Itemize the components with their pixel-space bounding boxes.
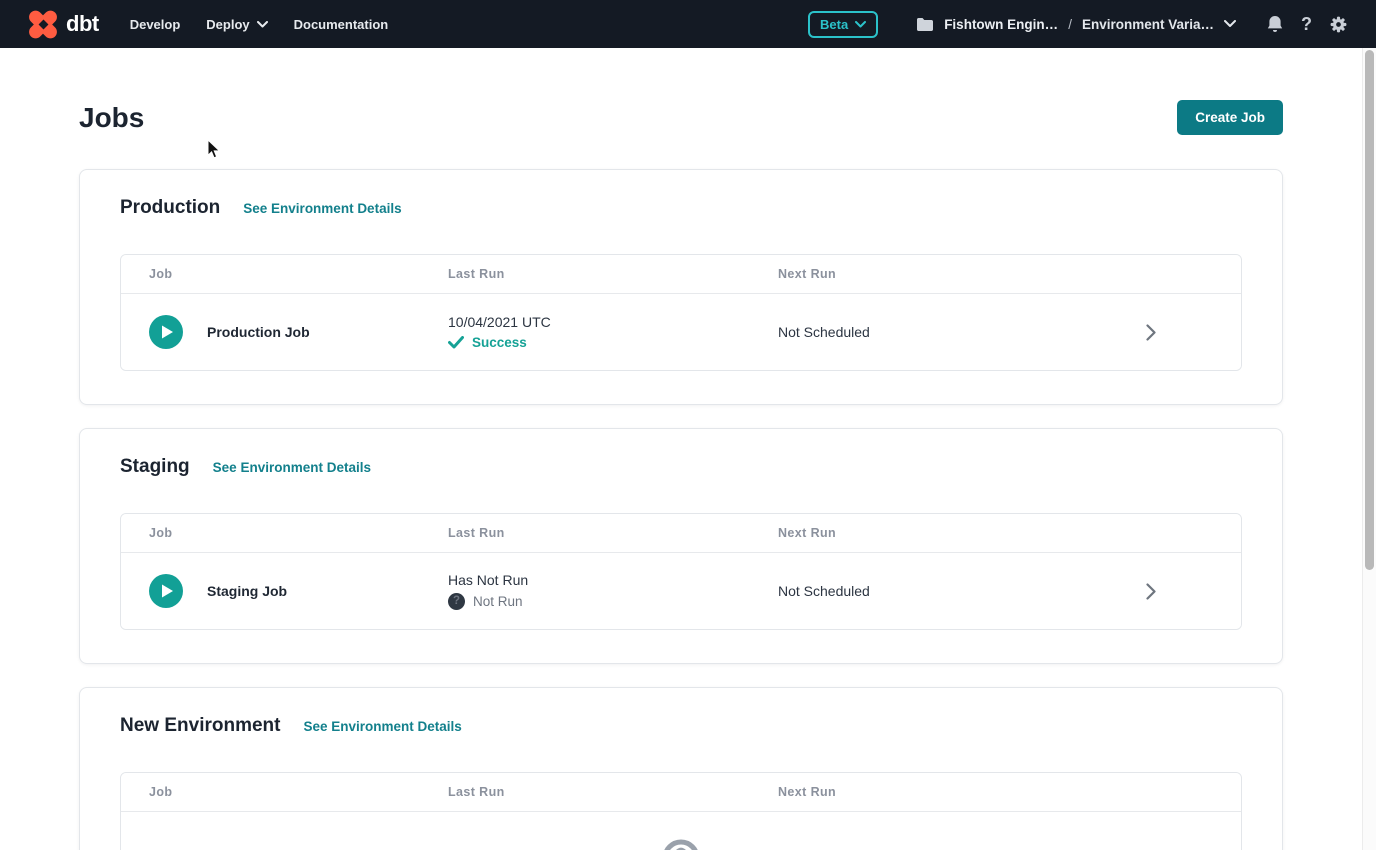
top-nav: dbt Develop Deploy Documentation Beta Fi… xyxy=(0,0,1376,48)
jobs-table: Job Last Run Next Run xyxy=(120,772,1242,850)
chevron-right-icon[interactable] xyxy=(1146,324,1156,341)
run-job-button[interactable] xyxy=(149,574,183,608)
jobs-page: Jobs Create Job Production See Environme… xyxy=(0,48,1362,850)
job-row[interactable]: Production Job 10/04/2021 UTC Success No… xyxy=(121,294,1241,370)
jobs-table: Job Last Run Next Run Staging Job Has No… xyxy=(120,513,1242,630)
next-run-value: Not Scheduled xyxy=(778,583,1111,599)
environment-card-new-environment: New Environment See Environment Details … xyxy=(79,687,1283,850)
help-icon[interactable]: ? xyxy=(1301,15,1312,33)
column-header-job: Job xyxy=(121,526,448,540)
last-run-date: 10/04/2021 UTC xyxy=(448,314,778,330)
nav-item-documentation[interactable]: Documentation xyxy=(294,17,389,32)
environment-card-production: Production See Environment Details Job L… xyxy=(79,169,1283,405)
see-environment-details-link[interactable]: See Environment Details xyxy=(213,460,371,475)
chevron-down-icon xyxy=(855,21,866,28)
chevron-down-icon xyxy=(257,21,268,28)
jobs-table-header: Job Last Run Next Run xyxy=(121,773,1241,812)
jobs-table-header: Job Last Run Next Run xyxy=(121,514,1241,553)
beta-dropdown[interactable]: Beta xyxy=(808,11,878,38)
column-header-next-run: Next Run xyxy=(778,785,1111,799)
run-job-button[interactable] xyxy=(149,315,183,349)
last-run-date: Has Not Run xyxy=(448,572,778,588)
notifications-bell-icon[interactable] xyxy=(1266,15,1284,34)
dbt-logo-text: dbt xyxy=(66,11,99,37)
scrollbar-thumb[interactable] xyxy=(1365,50,1374,570)
jobs-table: Job Last Run Next Run Production Job 10/… xyxy=(120,254,1242,371)
breadcrumb-separator: / xyxy=(1068,17,1072,32)
environment-card-staging: Staging See Environment Details Job Last… xyxy=(79,428,1283,664)
gear-icon[interactable] xyxy=(1329,15,1348,34)
column-header-last-run: Last Run xyxy=(448,267,778,281)
job-name: Production Job xyxy=(207,324,310,340)
job-row[interactable]: Staging Job Has Not Run ? Not Run Not Sc… xyxy=(121,553,1241,629)
see-environment-details-link[interactable]: See Environment Details xyxy=(303,719,461,734)
create-job-button[interactable]: Create Job xyxy=(1177,100,1283,135)
last-run-status: ? Not Run xyxy=(448,593,778,610)
job-name: Staging Job xyxy=(207,583,287,599)
chevron-down-icon[interactable] xyxy=(1224,20,1236,28)
question-circle-icon xyxy=(661,838,701,850)
check-icon xyxy=(448,336,464,349)
breadcrumb-project[interactable]: Fishtown Engin… xyxy=(944,17,1058,32)
column-header-next-run: Next Run xyxy=(778,267,1111,281)
play-icon xyxy=(161,584,174,598)
environment-name: Production xyxy=(120,197,220,219)
nav-item-deploy[interactable]: Deploy xyxy=(206,17,267,32)
dbt-logo-icon xyxy=(28,9,58,39)
page-title: Jobs xyxy=(79,102,144,134)
next-run-value: Not Scheduled xyxy=(778,324,1111,340)
empty-jobs-area xyxy=(121,812,1241,850)
column-header-last-run: Last Run xyxy=(448,785,778,799)
play-icon xyxy=(161,325,174,339)
see-environment-details-link[interactable]: See Environment Details xyxy=(243,201,401,216)
column-header-next-run: Next Run xyxy=(778,526,1111,540)
dbt-logo[interactable]: dbt xyxy=(28,9,99,39)
jobs-table-header: Job Last Run Next Run xyxy=(121,255,1241,294)
environment-name: Staging xyxy=(120,456,190,478)
chevron-right-icon[interactable] xyxy=(1146,583,1156,600)
breadcrumb-section[interactable]: Environment Varia… xyxy=(1082,17,1214,32)
environment-name: New Environment xyxy=(120,715,280,737)
question-circle-icon: ? xyxy=(448,593,465,610)
column-header-last-run: Last Run xyxy=(448,526,778,540)
column-header-job: Job xyxy=(121,785,448,799)
column-header-job: Job xyxy=(121,267,448,281)
scrollbar-track[interactable] xyxy=(1362,48,1376,850)
breadcrumb: Fishtown Engin… / Environment Varia… xyxy=(916,17,1236,32)
last-run-status: Success xyxy=(448,335,778,350)
folder-icon xyxy=(916,17,934,32)
nav-item-develop[interactable]: Develop xyxy=(130,17,181,32)
